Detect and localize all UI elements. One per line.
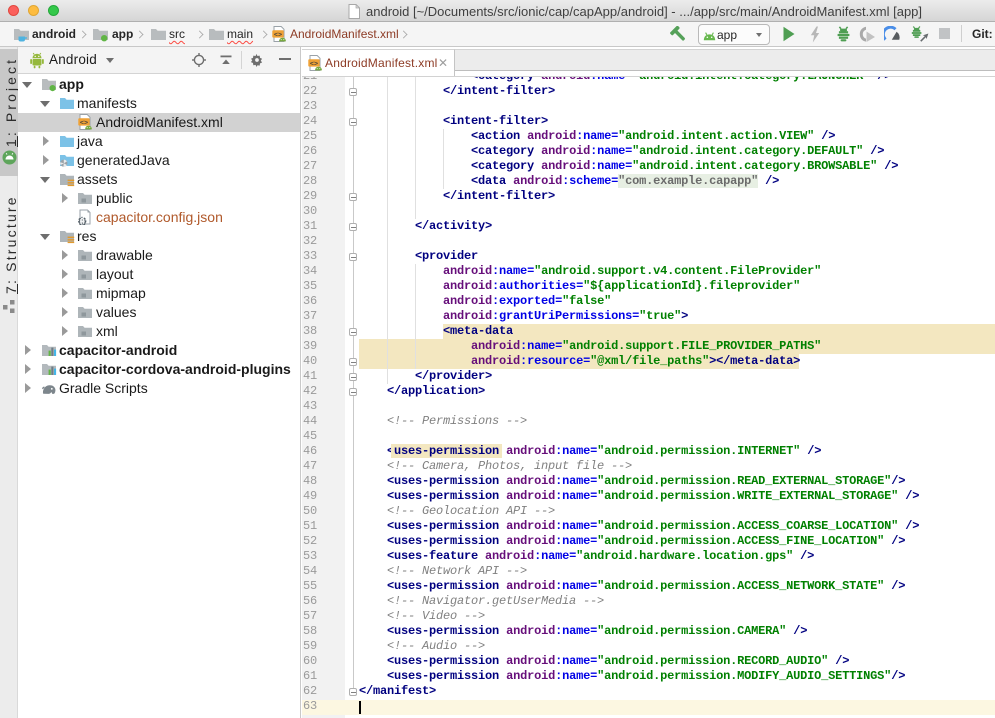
svg-text:{;}: {;} [78,219,86,225]
